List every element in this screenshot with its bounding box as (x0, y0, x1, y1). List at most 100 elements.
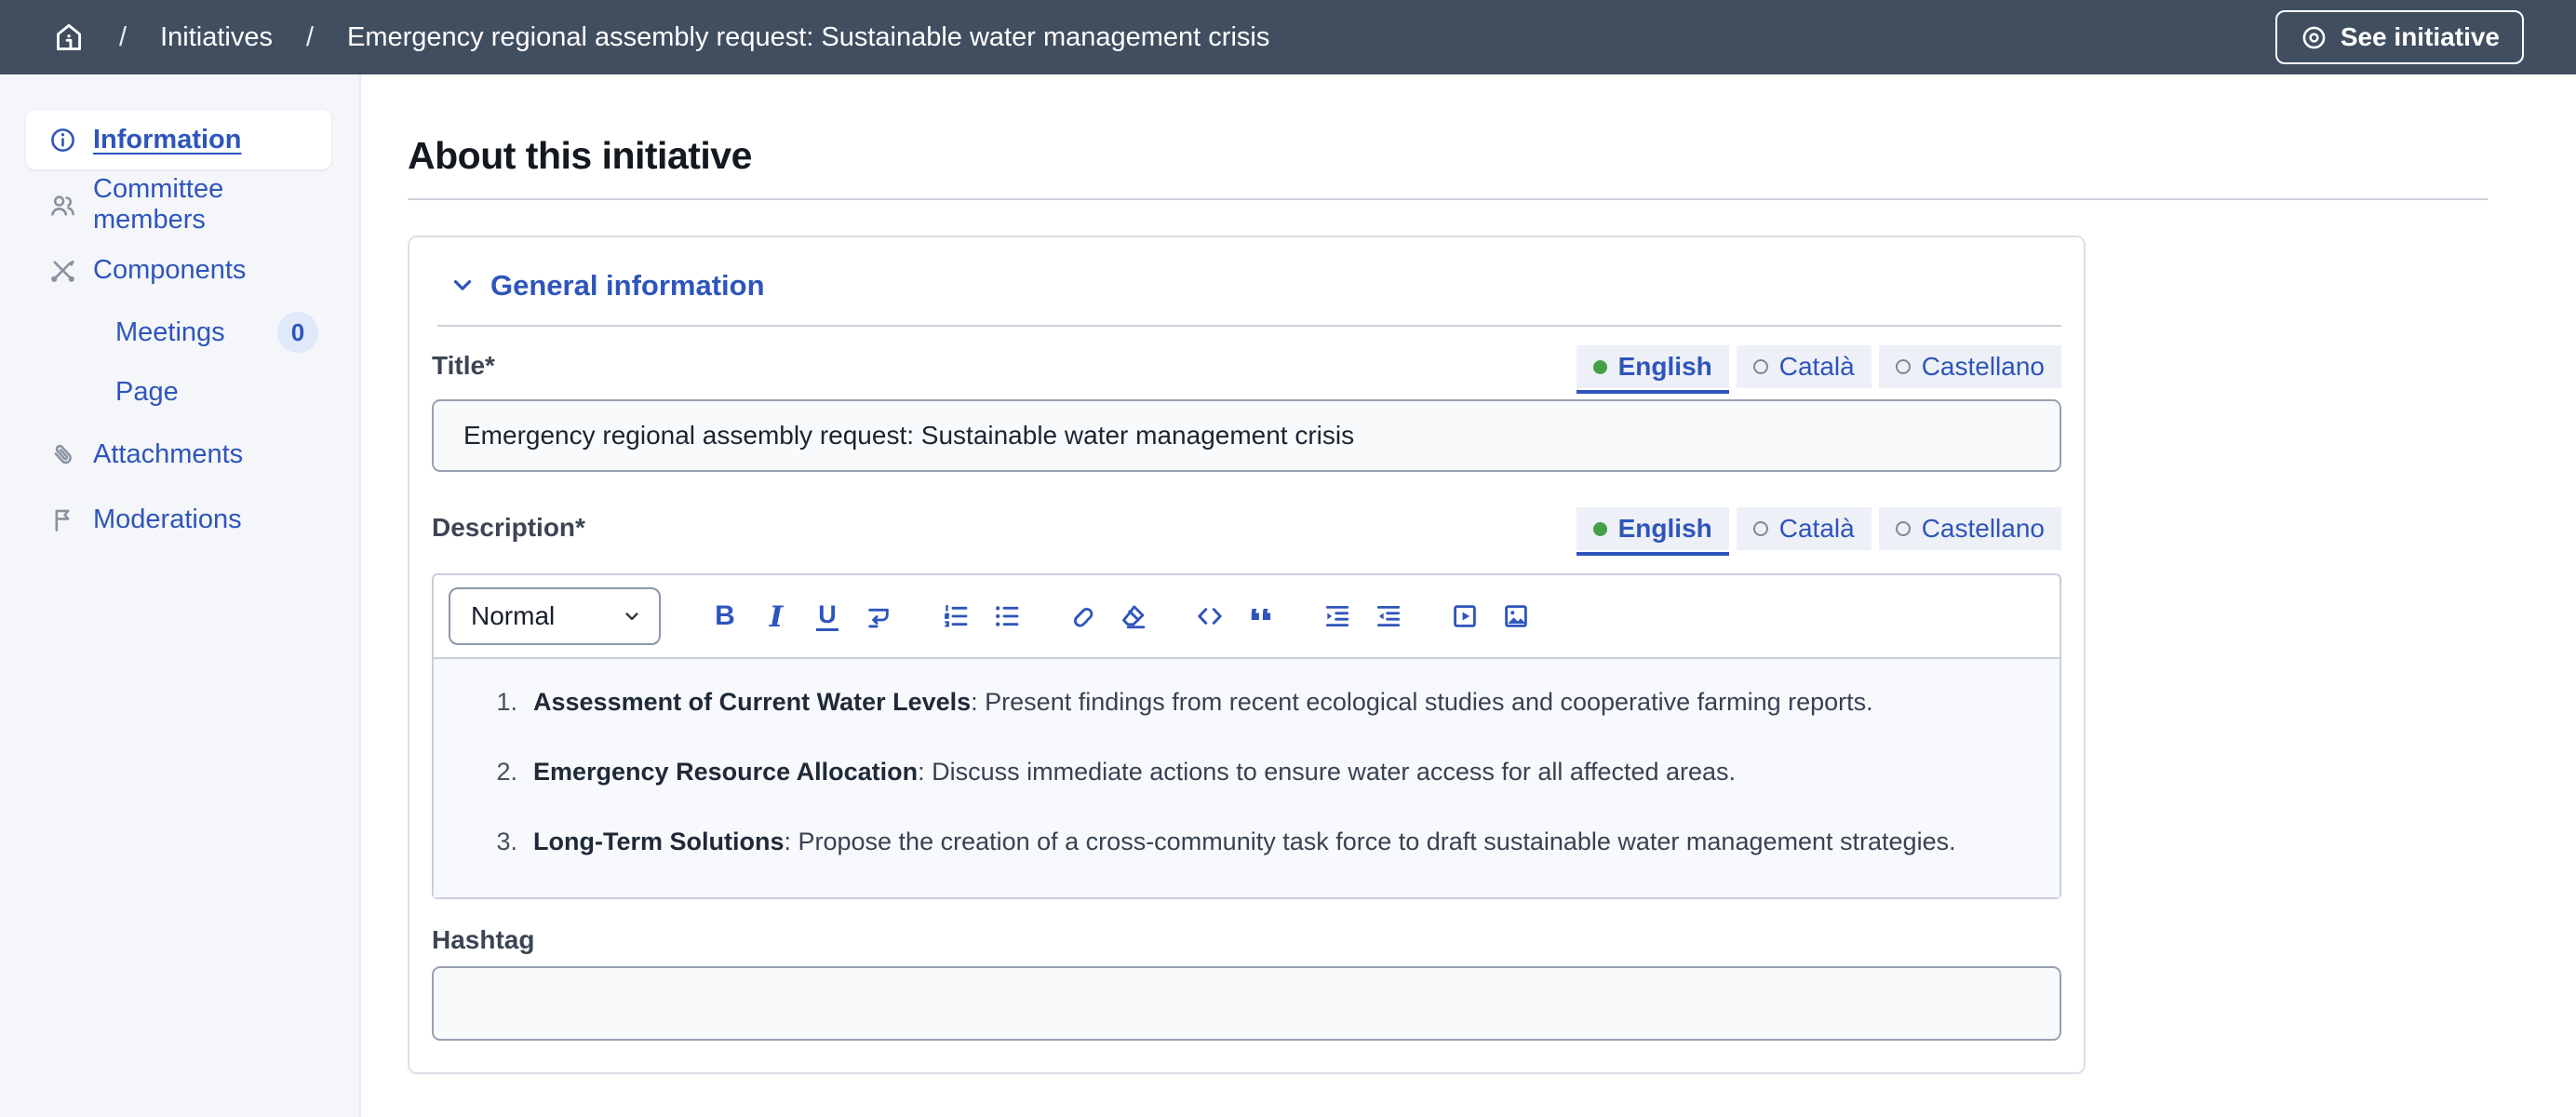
sidebar-item-components[interactable]: Components (26, 240, 331, 300)
empty-circle-icon (1896, 359, 1911, 374)
list-item: 1. Assessment of Current Water Levels: P… (476, 681, 2004, 722)
list-item-text: Emergency Resource Allocation: Discuss i… (533, 751, 1736, 792)
rich-text-editor: Normal B I U (432, 573, 2061, 899)
language-tab-label: English (1618, 352, 1712, 382)
italic-button[interactable]: I (760, 600, 792, 632)
flag-icon (48, 505, 77, 534)
language-tab-castellano[interactable]: Castellano (1879, 345, 2061, 388)
empty-circle-icon (1753, 521, 1768, 536)
bullet-list-icon (991, 601, 1021, 631)
language-tab-english[interactable]: English (1576, 507, 1729, 550)
code-icon (1195, 601, 1225, 631)
video-button[interactable] (1449, 600, 1481, 632)
blockquote-button[interactable]: “ (1245, 600, 1277, 632)
sidebar-item-label: Components (93, 255, 246, 286)
bold-icon: B (715, 600, 735, 632)
meetings-count-badge: 0 (277, 312, 318, 353)
chevron-down-icon (449, 272, 476, 300)
section-title: General information (490, 269, 765, 303)
sidebar-item-meetings[interactable]: Meetings 0 (26, 305, 331, 359)
indent-increase-icon (1322, 601, 1352, 631)
list-item-number: 3. (476, 821, 517, 862)
users-icon (48, 191, 77, 220)
list-item-number: 2. (476, 751, 517, 792)
sidebar-item-page[interactable]: Page (26, 365, 331, 419)
clear-formatting-button[interactable] (1118, 600, 1149, 632)
language-tab-label: Català (1779, 514, 1855, 544)
see-initiative-button[interactable]: See initiative (2275, 10, 2524, 64)
chevron-down-icon (620, 604, 644, 628)
breadcrumb-current-page: Emergency regional assembly request: Sus… (347, 22, 1269, 53)
sidebar-item-label: Information (93, 125, 242, 155)
underline-button[interactable]: U (812, 600, 843, 632)
filled-dot-icon (1593, 522, 1607, 536)
language-tabs-description: English Català Castellano (1576, 507, 2061, 550)
line-break-button[interactable] (863, 600, 894, 632)
sidebar-item-information[interactable]: Information (26, 110, 331, 169)
title-input[interactable] (432, 399, 2061, 472)
info-icon (48, 126, 77, 155)
list-item-text: Assessment of Current Water Levels: Pres… (533, 681, 1873, 722)
empty-circle-icon (1896, 521, 1911, 536)
list-item: 2. Emergency Resource Allocation: Discus… (476, 751, 2004, 792)
sidebar-item-attachments[interactable]: Attachments (26, 424, 331, 484)
description-label: Description* (432, 513, 585, 550)
list-item-text: Long-Term Solutions: Propose the creatio… (533, 821, 1956, 862)
language-tab-label: Català (1779, 352, 1855, 382)
title-label: Title* (432, 351, 495, 388)
language-tabs-title: English Català Castellano (1576, 345, 2061, 388)
hashtag-input[interactable] (432, 966, 2061, 1041)
breadcrumb-separator: / (119, 22, 127, 53)
list-item: 3. Long-Term Solutions: Propose the crea… (476, 821, 2004, 862)
sidebar: Information Committee members (0, 74, 361, 1117)
bold-button[interactable]: B (709, 600, 741, 632)
image-icon (1501, 601, 1531, 631)
sidebar-item-committee-members[interactable]: Committee members (26, 175, 331, 235)
language-tab-castellano[interactable]: Castellano (1879, 507, 2061, 550)
language-tab-label: English (1618, 514, 1712, 544)
sidebar-item-label: Page (115, 377, 179, 408)
video-icon (1450, 601, 1480, 631)
breadcrumb: / Initiatives / Emergency regional assem… (0, 20, 2275, 54)
code-button[interactable] (1194, 600, 1226, 632)
image-button[interactable] (1500, 600, 1532, 632)
heading-divider (408, 198, 2488, 200)
editor-toolbar: Normal B I U (434, 575, 2059, 657)
general-information-card: General information Title* English Catal… (408, 236, 2086, 1074)
sidebar-item-label: Committee members (93, 174, 331, 236)
language-tab-catala[interactable]: Català (1737, 345, 1872, 388)
general-information-toggle[interactable]: General information (432, 269, 2061, 303)
empty-circle-icon (1753, 359, 1768, 374)
sidebar-item-label: Meetings (115, 317, 225, 348)
bullet-list-button[interactable] (990, 600, 1022, 632)
home-icon[interactable] (52, 20, 86, 54)
description-editor-content[interactable]: 1. Assessment of Current Water Levels: P… (434, 657, 2059, 897)
topbar: / Initiatives / Emergency regional assem… (0, 0, 2576, 74)
eye-icon (2300, 23, 2328, 52)
language-tab-label: Castellano (1922, 352, 2045, 382)
link-button[interactable] (1067, 600, 1098, 632)
ordered-list-icon (940, 601, 970, 631)
indent-button[interactable] (1322, 600, 1353, 632)
list-item-number: 1. (476, 681, 517, 722)
ordered-list-button[interactable] (939, 600, 971, 632)
section-divider (437, 325, 2061, 327)
line-break-icon (864, 601, 893, 631)
language-tab-label: Castellano (1922, 514, 2045, 544)
italic-icon: I (770, 600, 784, 634)
filled-dot-icon (1593, 360, 1607, 374)
sidebar-item-moderations[interactable]: Moderations (26, 490, 331, 549)
language-tab-catala[interactable]: Català (1737, 507, 1872, 550)
breadcrumb-initiatives-link[interactable]: Initiatives (160, 22, 273, 53)
outdent-button[interactable] (1373, 600, 1404, 632)
link-icon (1067, 601, 1097, 631)
breadcrumb-separator: / (306, 22, 314, 53)
paragraph-style-select[interactable]: Normal (449, 587, 661, 645)
eraser-icon (1119, 601, 1148, 631)
sidebar-item-label: Moderations (93, 505, 242, 535)
main-content: About this initiative General informatio… (361, 74, 2576, 1117)
components-tools-icon (48, 256, 77, 285)
language-tab-english[interactable]: English (1576, 345, 1729, 388)
paperclip-icon (48, 440, 77, 469)
quote-icon: “ (1248, 609, 1275, 640)
